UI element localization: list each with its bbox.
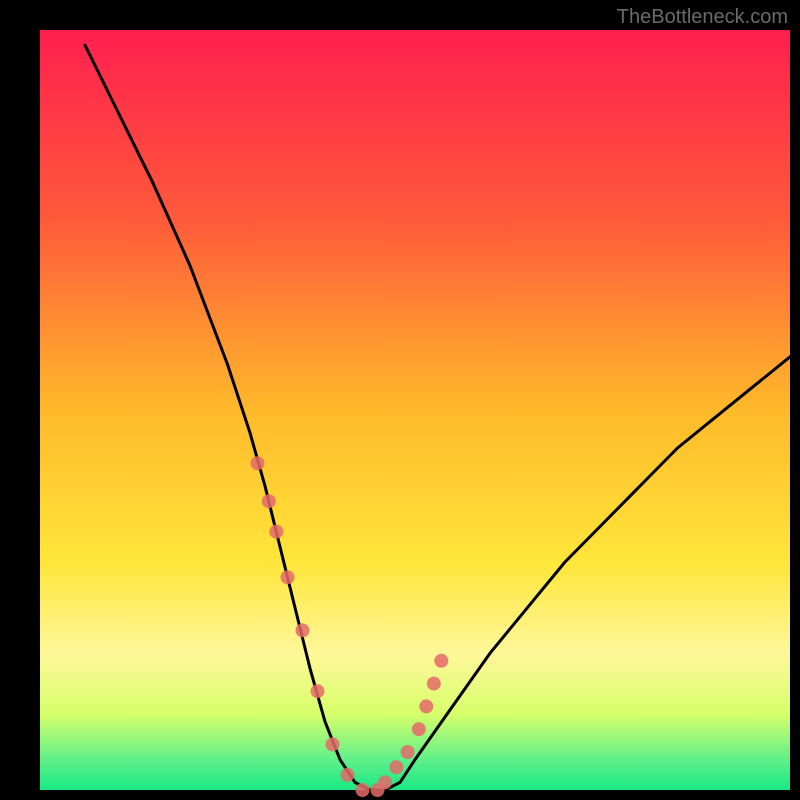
data-point bbox=[434, 654, 448, 668]
data-point bbox=[296, 623, 310, 637]
data-point bbox=[262, 494, 276, 508]
chart-svg bbox=[0, 0, 800, 800]
data-point bbox=[356, 783, 370, 797]
data-point bbox=[326, 737, 340, 751]
data-point bbox=[401, 745, 415, 759]
data-point bbox=[419, 699, 433, 713]
data-point bbox=[378, 775, 392, 789]
data-point bbox=[412, 722, 426, 736]
data-point bbox=[311, 684, 325, 698]
watermark-text: TheBottleneck.com bbox=[617, 6, 788, 29]
plot-background bbox=[40, 30, 790, 790]
data-point bbox=[269, 525, 283, 539]
data-point bbox=[251, 456, 265, 470]
data-point bbox=[281, 570, 295, 584]
chart-canvas bbox=[0, 0, 800, 800]
data-point bbox=[427, 677, 441, 691]
data-point bbox=[389, 760, 403, 774]
data-point bbox=[341, 768, 355, 782]
